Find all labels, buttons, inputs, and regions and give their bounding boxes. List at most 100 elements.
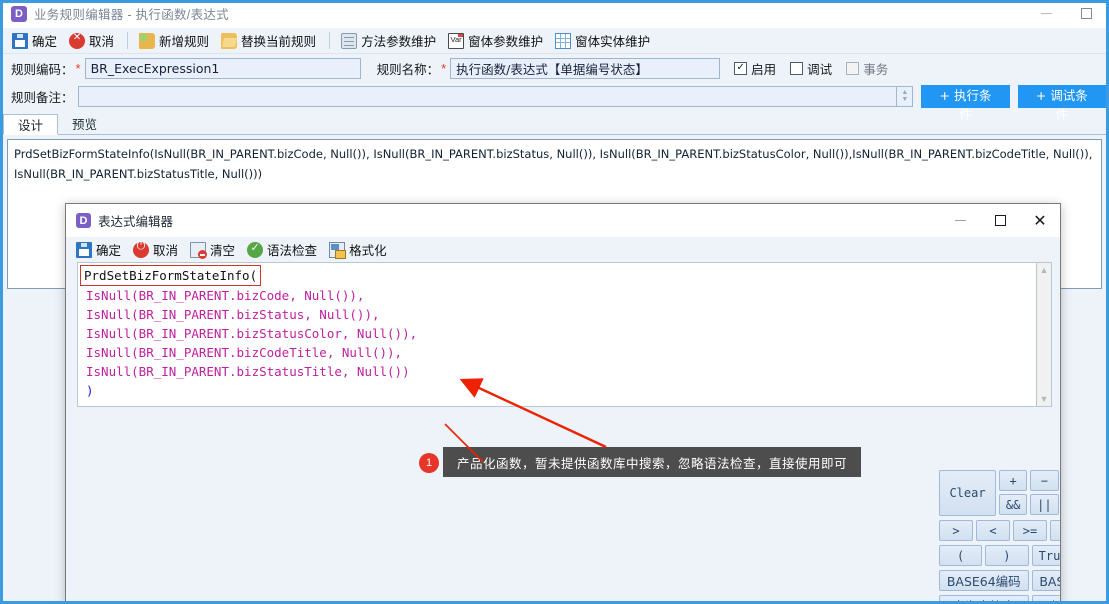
transaction-checkbox xyxy=(846,61,860,75)
toolbar-separator-2 xyxy=(329,32,331,49)
code-line-1: IsNull(BR_IN_PARENT.bizCode, Null()), xyxy=(86,288,365,303)
toolbar-add-rule-button[interactable]: 新增规则 xyxy=(134,30,214,52)
rule-remark-input[interactable] xyxy=(77,85,898,107)
keypad-paren-row: ( ) True False xyxy=(939,545,1060,566)
keypad-base64-decode-button[interactable]: BASE64解码 xyxy=(1031,570,1060,591)
expression-editor-dialog: D 表达式编辑器 ✕ 确定 取消 清空 语法检查 xyxy=(65,203,1061,601)
code-line-5: IsNull(BR_IN_PARENT.bizStatusTitle, Null… xyxy=(86,364,410,379)
keypad-and-button[interactable]: && xyxy=(999,494,1028,515)
keypad-minus-button[interactable]: − xyxy=(1030,470,1059,491)
annotation-callout: 产品化函数，暂未提供函数库中搜索，忽略语法检查，直接使用即可 xyxy=(443,447,862,477)
keypad-lt-button[interactable]: < xyxy=(976,520,1010,541)
rule-code-label: 规则编码： xyxy=(11,61,74,77)
keypad-lte-button[interactable]: <= xyxy=(1050,520,1060,541)
spinner-up-icon: ▲ xyxy=(901,89,909,96)
close-icon: ✕ xyxy=(1033,212,1047,230)
dialog-clear-button[interactable]: 清空 xyxy=(185,239,240,261)
minimize-button[interactable] xyxy=(1026,0,1066,28)
debug-checkbox[interactable] xyxy=(790,61,804,75)
keypad-or-button[interactable]: || xyxy=(1030,494,1059,515)
maximize-icon xyxy=(1080,8,1092,19)
maximize-icon xyxy=(994,215,1006,226)
dialog-minimize-button[interactable] xyxy=(940,207,980,235)
dialog-cancel-button[interactable]: 取消 xyxy=(128,239,183,261)
toolbar-confirm-button[interactable]: 确定 xyxy=(7,30,62,52)
debug-condition-button[interactable]: + 调试条件 xyxy=(1017,84,1106,122)
var-icon xyxy=(448,32,465,49)
code-line-6: ) xyxy=(86,383,94,398)
dialog-window-controls: ✕ xyxy=(940,207,1060,235)
keypad-rparen-button[interactable]: ) xyxy=(985,545,1029,566)
rule-remark-label: 规则备注： xyxy=(11,89,74,105)
format-icon xyxy=(329,241,347,259)
keypad-to-string-button[interactable]: 变为字符串 xyxy=(939,595,1029,601)
enable-checkbox[interactable]: ✓ xyxy=(734,61,748,75)
dialog-maximize-button[interactable] xyxy=(980,207,1020,235)
transaction-checkbox-row: 事务 xyxy=(846,59,888,78)
enable-checkbox-label: 启用 xyxy=(751,61,777,77)
maximize-button[interactable] xyxy=(1066,0,1106,28)
toolbar-form-entity-button[interactable]: 窗体实体维护 xyxy=(550,30,655,52)
code-editor-wrapper: PrdSetBizFormStateInfo( IsNull(BR_IN_PAR… xyxy=(70,262,1056,407)
dialog-format-button[interactable]: 格式化 xyxy=(324,239,392,261)
toolbar-replace-rule-button[interactable]: 替换当前规则 xyxy=(216,30,321,52)
operator-keypad: Clear + − × ÷ && || ! = xyxy=(939,470,1060,601)
debug-checkbox-label: 调试 xyxy=(807,61,833,77)
keypad-lparen-button[interactable]: ( xyxy=(939,545,983,566)
main-toolbar: 确定 取消 新增规则 替换当前规则 方法参数维护 窗体参数维护 窗体实体维护 xyxy=(3,28,1106,54)
toolbar-method-param-button[interactable]: 方法参数维护 xyxy=(336,30,441,52)
toolbar-separator xyxy=(127,32,129,49)
dialog-logo-icon: D xyxy=(76,213,91,228)
exec-condition-button[interactable]: + 执行条件 xyxy=(921,84,1010,122)
dialog-title: 表达式编辑器 xyxy=(98,214,174,229)
debug-condition-prefix: + xyxy=(1035,87,1047,103)
toolbar-replace-rule-label: 替换当前规则 xyxy=(241,34,317,49)
code-line-3: IsNull(BR_IN_PARENT.bizStatusColor, Null… xyxy=(86,326,418,341)
keypad-clear-button[interactable]: Clear xyxy=(939,470,996,516)
rule-name-input[interactable] xyxy=(450,57,721,79)
keypad-gte-button[interactable]: >= xyxy=(1013,520,1047,541)
dialog-toolbar: 确定 取消 清空 语法检查 格式化 xyxy=(66,237,1060,262)
toolbar-cancel-label: 取消 xyxy=(89,34,115,49)
keypad-plus-button[interactable]: + xyxy=(999,470,1028,491)
expression-preview-line-2: IsNull(BR_IN_PARENT.bizStatusTitle, Null… xyxy=(14,167,263,181)
toolbar-form-param-label: 窗体参数维护 xyxy=(468,34,544,49)
keypad-misc-row: 变为字符串 键值编辑 xyxy=(939,595,1060,601)
dialog-confirm-button[interactable]: 确定 xyxy=(71,239,126,261)
keypad-base64-encode-button[interactable]: BASE64编码 xyxy=(939,570,1029,591)
save-icon xyxy=(12,32,28,49)
dialog-syntax-check-label: 语法检查 xyxy=(267,243,318,258)
keypad-compare-row: > < >= <= <> xyxy=(939,520,1060,541)
remark-spinner[interactable]: ▲ ▼ xyxy=(897,85,914,107)
dialog-syntax-check-button[interactable]: 语法检查 xyxy=(242,239,322,261)
keypad-true-button[interactable]: True xyxy=(1031,545,1060,566)
title-bar: D 业务规则编辑器 - 执行函数/表达式 xyxy=(3,0,1106,28)
dialog-close-button[interactable]: ✕ xyxy=(1020,207,1060,235)
dialog-title-bar: D 表达式编辑器 ✕ xyxy=(66,204,1060,237)
tab-preview[interactable]: 预览 xyxy=(58,113,111,134)
folder-open-icon xyxy=(221,32,238,49)
code-editor[interactable]: PrdSetBizFormStateInfo( IsNull(BR_IN_PAR… xyxy=(77,262,1036,407)
enable-checkbox-row[interactable]: ✓ 启用 xyxy=(734,59,776,78)
transaction-checkbox-label: 事务 xyxy=(863,61,889,77)
code-editor-scrollbar[interactable]: ▲ ▼ xyxy=(1036,262,1052,407)
dialog-confirm-label: 确定 xyxy=(96,243,122,258)
check-icon xyxy=(247,241,264,258)
app-logo-icon: D xyxy=(11,5,27,22)
scroll-up-icon[interactable]: ▲ xyxy=(1040,265,1049,275)
tab-design[interactable]: 设计 xyxy=(3,114,59,135)
minimize-icon xyxy=(954,220,966,221)
grid-icon xyxy=(555,32,572,49)
keypad-gt-button[interactable]: > xyxy=(939,520,973,541)
save-icon xyxy=(76,241,92,258)
keypad-keyvalue-edit-button[interactable]: 键值编辑 xyxy=(1031,595,1060,601)
rule-code-input[interactable] xyxy=(84,57,361,79)
keypad-base64-row: BASE64编码 BASE64解码 xyxy=(939,570,1060,591)
spinner-down-icon: ▼ xyxy=(901,96,909,103)
debug-checkbox-row[interactable]: 调试 xyxy=(790,59,832,78)
toolbar-cancel-button[interactable]: 取消 xyxy=(64,30,119,52)
scroll-down-icon[interactable]: ▼ xyxy=(1040,394,1049,404)
toolbar-form-param-button[interactable]: 窗体参数维护 xyxy=(443,30,548,52)
exec-condition-prefix: + xyxy=(939,87,950,103)
rule-code-required-mark: * xyxy=(75,60,81,76)
